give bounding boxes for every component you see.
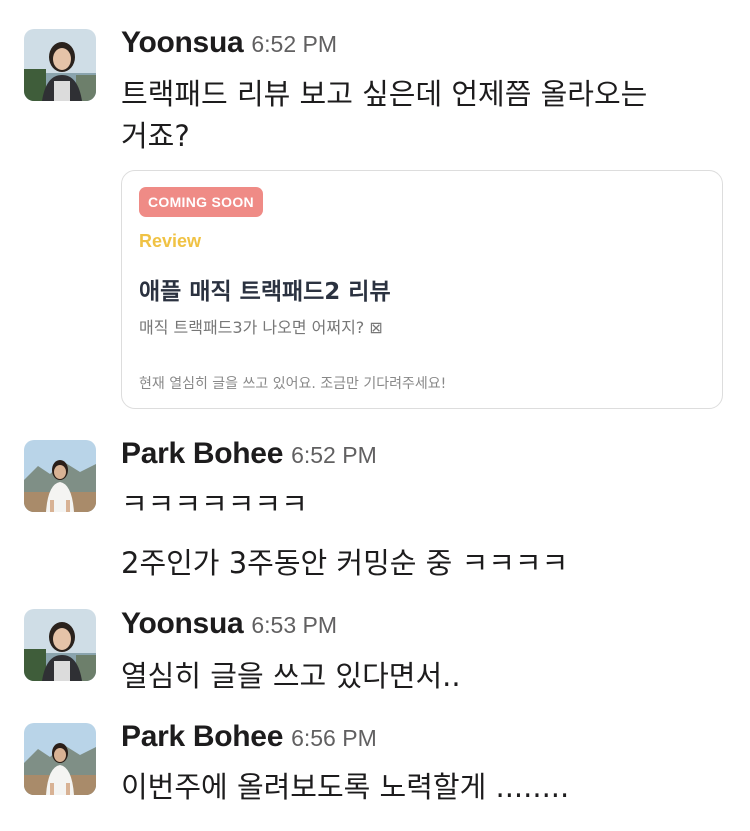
- message-timestamp[interactable]: 6:56 PM: [291, 725, 377, 751]
- message-timestamp[interactable]: 6:53 PM: [251, 612, 337, 638]
- card-title[interactable]: 애플 매직 트랙패드2 리뷰: [139, 272, 391, 306]
- sender-name[interactable]: Yoonsua: [121, 26, 244, 59]
- message-text-line: ㅋㅋㅋㅋㅋㅋㅋ: [121, 487, 308, 521]
- message-timestamp[interactable]: 6:52 PM: [291, 442, 377, 468]
- coming-soon-badge: COMING SOON: [139, 187, 263, 217]
- avatar-photo-icon: [24, 723, 96, 795]
- message-text-line: 2주인가 3주동안 커밍순 중 ㅋㅋㅋㅋ: [121, 546, 569, 580]
- avatar-yoonsua[interactable]: [24, 609, 96, 681]
- message-text-line: 열심히 글을 쓰고 있다면서..: [121, 659, 461, 693]
- avatar-photo-icon: [24, 29, 96, 101]
- card-footer: 현재 열심히 글을 쓰고 있어요. 조금만 기다려주세요!: [139, 376, 447, 392]
- avatar-park-bohee[interactable]: [24, 440, 96, 512]
- sender-name[interactable]: Park Bohee: [121, 437, 283, 470]
- avatar-yoonsua[interactable]: [24, 29, 96, 101]
- card-subtitle: 매직 트랙패드3가 나오면 어쩌지? ⊠: [139, 318, 383, 337]
- sender-name[interactable]: Yoonsua: [121, 607, 244, 640]
- message-text-line: 트랙패드 리뷰 보고 싶은데 언제쯤 올라오는: [121, 77, 648, 111]
- sender-name[interactable]: Park Bohee: [121, 720, 283, 753]
- message-text-line: 거죠?: [121, 119, 190, 153]
- avatar-park-bohee[interactable]: [24, 723, 96, 795]
- message-timestamp[interactable]: 6:52 PM: [251, 31, 337, 57]
- avatar-photo-icon: [24, 440, 96, 512]
- card-category: Review: [139, 231, 202, 251]
- link-preview-card[interactable]: COMING SOON Review 애플 매직 트랙패드2 리뷰 매직 트랙패…: [121, 170, 723, 409]
- avatar-photo-icon: [24, 609, 96, 681]
- message-text-line: 이번주에 올려보도록 노력할게 ........: [121, 770, 570, 804]
